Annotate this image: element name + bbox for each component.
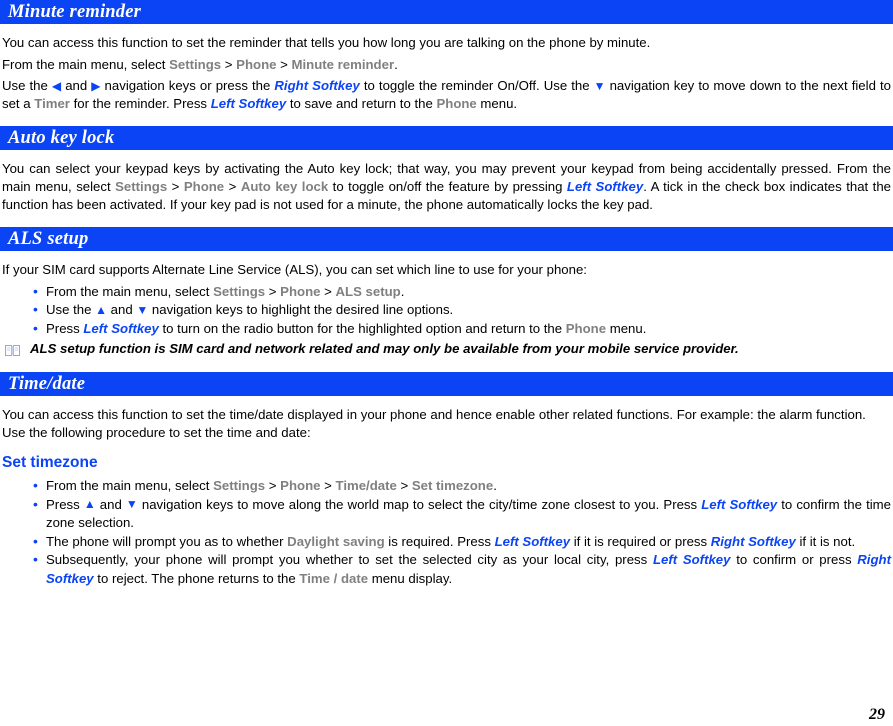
list-item: From the main menu, select Settings > Ph… bbox=[0, 282, 893, 302]
book-icon bbox=[5, 343, 20, 357]
page-number: 29 bbox=[869, 706, 885, 723]
list-item: Use the ▲ and ▼ navigation keys to highl… bbox=[0, 300, 893, 320]
left-arrow-icon: ◀ bbox=[51, 78, 62, 93]
down-arrow-icon: ▼ bbox=[125, 497, 138, 512]
menu-path-item: Phone bbox=[565, 320, 607, 336]
set-timezone-steps-list: From the main menu, select Settings > Ph… bbox=[0, 476, 893, 588]
section-header-als-setup: ALS setup bbox=[0, 227, 893, 252]
als-setup-note-text: ALS setup function is SIM card and netwo… bbox=[30, 341, 739, 357]
softkey-label: Left Softkey bbox=[83, 320, 159, 336]
list-item: Subsequently, your phone will prompt you… bbox=[0, 550, 893, 588]
menu-path-item: Phone bbox=[236, 56, 277, 72]
section-header-minute-reminder: Minute reminder bbox=[0, 0, 893, 24]
softkey-label: Left Softkey bbox=[701, 496, 778, 512]
menu-path-item: Phone bbox=[280, 478, 321, 494]
down-arrow-icon: ▼ bbox=[593, 78, 606, 93]
menu-path-item: Settings bbox=[169, 56, 222, 72]
section-header-time-date: Time/date bbox=[0, 372, 893, 397]
softkey-label: Left Softkey bbox=[494, 533, 571, 549]
right-arrow-icon: ▶ bbox=[91, 78, 101, 93]
menu-path-item: Timer bbox=[34, 95, 70, 111]
section-header-auto-key-lock: Auto key lock bbox=[0, 126, 893, 151]
softkey-label: Left Softkey bbox=[566, 178, 644, 194]
menu-path-item: ALS setup bbox=[335, 283, 401, 299]
list-item: The phone will prompt you as to whether … bbox=[0, 532, 893, 552]
up-arrow-icon: ▲ bbox=[83, 497, 96, 512]
menu-path-item: Time/date bbox=[335, 478, 397, 494]
paragraph-auto-key-lock-body: You can select your keypad keys by activ… bbox=[2, 161, 892, 212]
softkey-label: Right Softkey bbox=[274, 78, 360, 94]
menu-path-item: Phone bbox=[280, 283, 321, 299]
paragraph-time-date-intro: You can access this function to set the … bbox=[2, 407, 866, 440]
menu-path-item: Settings bbox=[213, 478, 266, 494]
paragraph-minute-reminder-usage: Use the ◀ and ▶ navigation keys or press… bbox=[2, 78, 891, 111]
menu-path-item: Set timezone bbox=[411, 478, 494, 494]
down-arrow-icon: ▼ bbox=[136, 302, 149, 317]
menu-path-item: Settings bbox=[213, 283, 266, 299]
softkey-label: Left Softkey bbox=[210, 95, 287, 111]
subheading-set-timezone: Set timezone bbox=[2, 454, 98, 472]
menu-path-item: Phone bbox=[436, 95, 477, 111]
menu-path-item: Settings bbox=[115, 178, 168, 194]
list-item: Press Left Softkey to turn on the radio … bbox=[0, 319, 893, 339]
paragraph-minute-reminder-intro: You can access this function to set the … bbox=[2, 35, 651, 50]
softkey-label: Right Softkey bbox=[710, 533, 796, 549]
softkey-label: Right Softkey bbox=[46, 552, 891, 586]
als-setup-steps-list: From the main menu, select Settings > Ph… bbox=[0, 282, 893, 339]
paragraph-als-setup-intro: If your SIM card supports Alternate Line… bbox=[2, 262, 587, 278]
menu-path-item: Time / date bbox=[299, 570, 369, 586]
als-setup-note: ALS setup function is SIM card and netwo… bbox=[0, 340, 893, 358]
up-arrow-icon: ▲ bbox=[95, 302, 108, 317]
list-item: Press ▲ and ▼ navigation keys to move al… bbox=[0, 495, 893, 533]
menu-path-item: Daylight saving bbox=[287, 533, 385, 549]
softkey-label: Left Softkey bbox=[652, 552, 731, 568]
menu-path-item: Phone bbox=[183, 178, 225, 194]
paragraph-minute-reminder-navigate: From the main menu, select Settings > Ph… bbox=[2, 56, 398, 72]
list-item: From the main menu, select Settings > Ph… bbox=[0, 476, 893, 496]
menu-path-item: Auto key lock bbox=[240, 178, 329, 194]
menu-path-item: Minute reminder bbox=[291, 56, 395, 72]
